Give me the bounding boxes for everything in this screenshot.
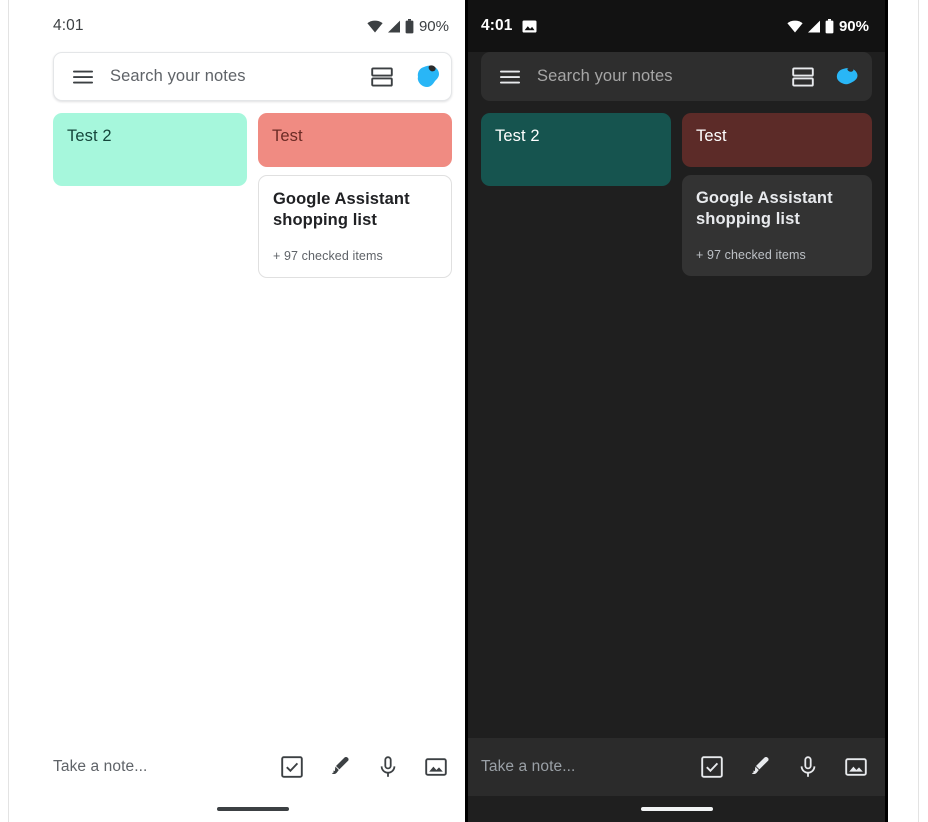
- home-indicator[interactable]: [640, 807, 713, 811]
- notes-column-left-dark: Test 2: [481, 113, 671, 186]
- search-input-light[interactable]: Search your notes: [110, 67, 355, 86]
- notes-column-left-light: Test 2: [53, 113, 247, 186]
- bottom-bar-dark: Take a note...: [468, 738, 885, 796]
- search-input-dark[interactable]: Search your notes: [537, 67, 776, 86]
- new-list-icon[interactable]: [279, 754, 305, 780]
- bottom-action-icons-light: [279, 754, 449, 780]
- home-indicator[interactable]: [216, 807, 289, 811]
- note-title: Google Assistant shopping list: [273, 190, 410, 230]
- note-title: Test 2: [495, 127, 540, 145]
- notes-column-right-dark: Test Google Assistant shopping list + 97…: [682, 113, 872, 276]
- cellular-signal-icon: [807, 20, 821, 33]
- status-bar-dark: 4:01 90%: [468, 0, 885, 52]
- note-title: Test: [272, 127, 303, 145]
- notes-column-right-light: Test Google Assistant shopping list + 97…: [258, 113, 452, 278]
- new-voice-note-icon[interactable]: [795, 754, 821, 780]
- account-avatar-icon[interactable]: [830, 60, 864, 94]
- bottom-bar-light: Take a note...: [40, 738, 465, 796]
- wifi-icon: [787, 20, 803, 33]
- battery-percent: 90%: [838, 17, 869, 35]
- status-right-cluster: 90%: [367, 18, 449, 35]
- status-clock: 4:01: [481, 17, 513, 34]
- note-checked-items-count: + 97 checked items: [273, 248, 383, 263]
- hamburger-menu-icon[interactable]: [495, 62, 525, 92]
- cellular-signal-icon: [387, 20, 401, 33]
- note-card-test-2-light[interactable]: Test 2: [53, 113, 247, 186]
- search-bar-light[interactable]: Search your notes: [53, 52, 452, 101]
- battery-icon: [825, 18, 834, 34]
- note-card-test-dark[interactable]: Test: [682, 113, 872, 167]
- take-a-note-input-light[interactable]: Take a note...: [53, 758, 279, 776]
- list-view-icon[interactable]: [367, 62, 397, 92]
- new-voice-note-icon[interactable]: [375, 754, 401, 780]
- search-bar-container-dark: Search your notes: [468, 52, 885, 101]
- phone-panel-dark-theme: 4:01 90% Search your notes Test 2 Test G…: [465, 0, 888, 822]
- list-view-icon[interactable]: [788, 62, 818, 92]
- page-rule-right: [918, 0, 919, 822]
- new-drawing-icon[interactable]: [747, 754, 773, 780]
- screenshot-icon: [522, 20, 537, 33]
- notes-grid-dark: Test 2 Test Google Assistant shopping li…: [468, 101, 885, 738]
- new-drawing-icon[interactable]: [327, 754, 353, 780]
- note-title: Test 2: [67, 127, 112, 145]
- note-card-shopping-list-light[interactable]: Google Assistant shopping list + 97 chec…: [258, 175, 452, 278]
- note-checked-items-count: + 97 checked items: [696, 247, 806, 262]
- new-image-note-icon[interactable]: [423, 754, 449, 780]
- note-title: Test: [696, 127, 727, 145]
- battery-icon: [405, 18, 414, 34]
- search-bar-container-light: Search your notes: [40, 52, 465, 101]
- new-image-note-icon[interactable]: [843, 754, 869, 780]
- new-list-icon[interactable]: [699, 754, 725, 780]
- wifi-icon: [367, 20, 383, 33]
- note-title: Google Assistant shopping list: [696, 189, 833, 229]
- status-clock: 4:01: [53, 17, 84, 34]
- bottom-action-icons-dark: [699, 754, 869, 780]
- status-right-cluster: 90%: [787, 18, 869, 35]
- note-card-test-light[interactable]: Test: [258, 113, 452, 167]
- status-bar-light: 4:01 90%: [40, 0, 465, 52]
- page-rule-left: [8, 0, 9, 822]
- note-card-test-2-dark[interactable]: Test 2: [481, 113, 671, 186]
- notes-grid-light: Test 2 Test Google Assistant shopping li…: [40, 101, 465, 738]
- nav-zone-dark: [468, 796, 885, 822]
- note-card-shopping-list-dark[interactable]: Google Assistant shopping list + 97 chec…: [682, 175, 872, 276]
- battery-percent: 90%: [418, 17, 449, 35]
- account-avatar-icon[interactable]: [409, 60, 443, 94]
- screenshot-canvas: 4:01 90% Search your notes Test 2 Test G…: [0, 0, 928, 822]
- hamburger-menu-icon[interactable]: [68, 62, 98, 92]
- nav-zone-light: [40, 796, 465, 822]
- phone-panel-light-theme: 4:01 90% Search your notes Test 2 Test G…: [40, 0, 465, 822]
- search-bar-dark[interactable]: Search your notes: [481, 52, 872, 101]
- status-notification-icons: [522, 20, 537, 33]
- take-a-note-input-dark[interactable]: Take a note...: [481, 758, 699, 776]
